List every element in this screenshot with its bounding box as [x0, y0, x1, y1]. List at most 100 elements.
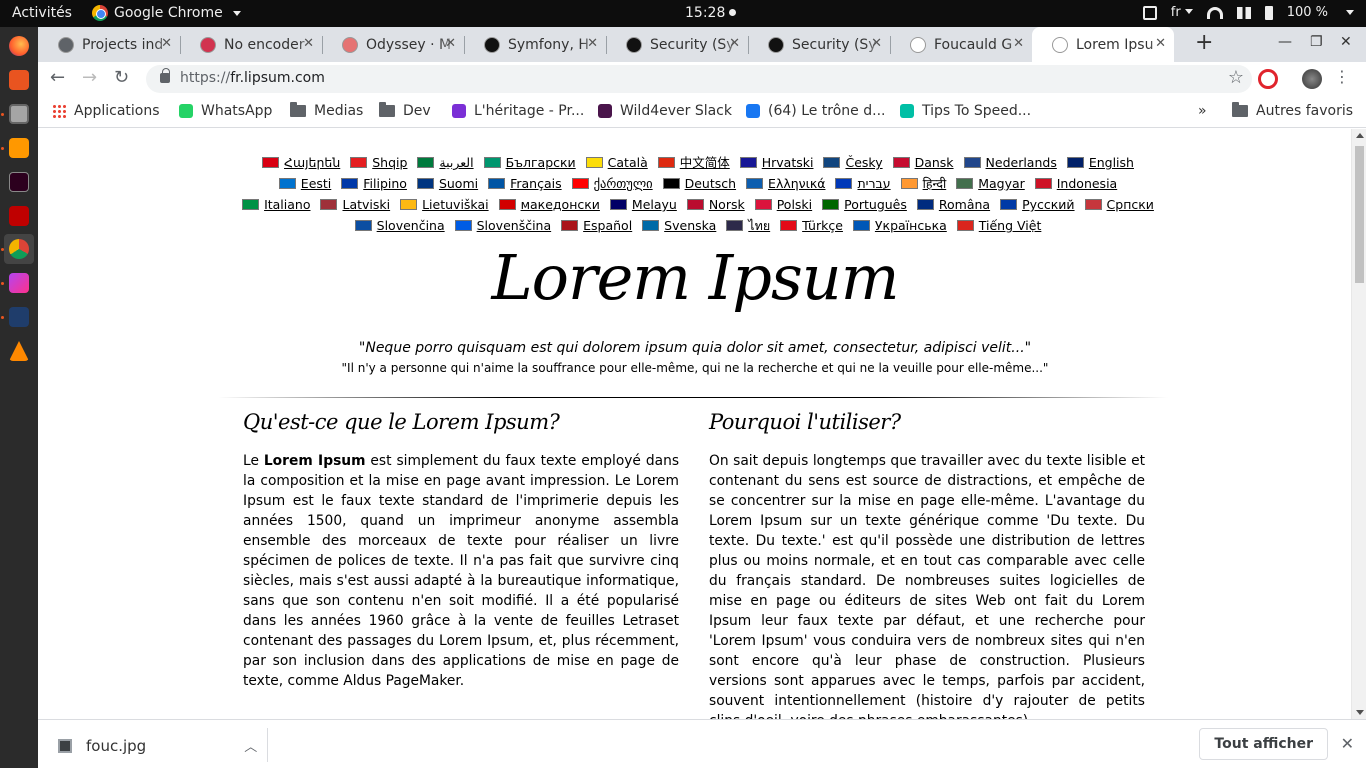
- language-link[interactable]: Tiếng Việt: [956, 218, 1041, 233]
- language-link[interactable]: Հայերեն: [262, 155, 340, 170]
- menu-kebab-icon[interactable]: ⋮: [1334, 67, 1350, 86]
- other-bookmarks[interactable]: Autres favoris: [1232, 102, 1353, 119]
- vlc-icon[interactable]: [9, 341, 29, 361]
- chrome-dock-icon[interactable]: [9, 239, 29, 259]
- language-link[interactable]: Српски: [1084, 197, 1154, 212]
- language-link[interactable]: العربية: [417, 155, 474, 170]
- language-link[interactable]: Português: [822, 197, 907, 212]
- close-download-shelf-icon[interactable]: ✕: [1341, 734, 1354, 753]
- language-link[interactable]: Pусский: [1000, 197, 1075, 212]
- minimize-button[interactable]: —: [1278, 34, 1292, 50]
- language-link[interactable]: Indonesia: [1034, 176, 1117, 191]
- ubuntu-software-icon[interactable]: [9, 70, 29, 90]
- language-link[interactable]: 中文简体: [657, 155, 730, 170]
- language-link[interactable]: Magyar: [956, 176, 1025, 191]
- new-tab-button[interactable]: +: [1195, 30, 1213, 55]
- language-link[interactable]: Nederlands: [963, 155, 1057, 170]
- address-bar[interactable]: https://fr.lipsum.com ☆: [146, 65, 1252, 93]
- language-link[interactable]: Česky: [823, 155, 883, 170]
- bookmark-item[interactable]: Tips To Speed...: [900, 103, 1031, 119]
- app-menu[interactable]: Google Chrome: [92, 5, 241, 21]
- scrollbar-thumb[interactable]: [1355, 146, 1364, 283]
- language-link[interactable]: Shqip: [350, 155, 407, 170]
- bookmark-item[interactable]: L'héritage - Pr...: [452, 103, 584, 119]
- sublime-text-icon[interactable]: [9, 138, 29, 158]
- language-link[interactable]: עברית: [835, 176, 891, 191]
- language-link[interactable]: Hrvatski: [739, 155, 813, 170]
- files-icon[interactable]: [9, 104, 29, 124]
- download-item[interactable]: fouc.jpg ︿: [58, 736, 257, 755]
- language-link[interactable]: Eesti: [278, 176, 331, 191]
- filezilla-icon[interactable]: [9, 206, 29, 226]
- bookmark-item[interactable]: (64) Le trône d...: [746, 103, 885, 119]
- bookmark-item[interactable]: Applications: [52, 103, 160, 119]
- reload-button[interactable]: ↻: [114, 67, 129, 88]
- close-tab-icon[interactable]: ✕: [871, 36, 882, 51]
- language-link[interactable]: македонски: [498, 197, 600, 212]
- language-link[interactable]: Italiano: [242, 197, 311, 212]
- language-link[interactable]: English: [1066, 155, 1134, 170]
- browser-tab[interactable]: Lorem Ipsu ✕: [1032, 27, 1174, 62]
- browser-tab[interactable]: Symfony, H ✕: [464, 27, 607, 62]
- browser-tab[interactable]: Foucauld G ✕: [890, 27, 1032, 62]
- back-button[interactable]: ←: [50, 67, 65, 88]
- close-tab-icon[interactable]: ✕: [445, 36, 456, 51]
- browser-tab[interactable]: Projects ind ✕: [38, 27, 181, 62]
- language-link[interactable]: Melayu: [609, 197, 677, 212]
- browser-tab[interactable]: Odyssey · M ✕: [322, 27, 465, 62]
- close-tab-icon[interactable]: ✕: [161, 36, 172, 51]
- language-link[interactable]: Français: [488, 176, 562, 191]
- close-tab-icon[interactable]: ✕: [587, 36, 598, 51]
- close-tab-icon[interactable]: ✕: [729, 36, 740, 51]
- language-link[interactable]: ไทย: [726, 218, 770, 233]
- url-text[interactable]: https://fr.lipsum.com: [180, 70, 325, 86]
- language-link[interactable]: Deutsch: [662, 176, 736, 191]
- bookmarks-overflow-button[interactable]: »: [1198, 103, 1207, 119]
- language-link[interactable]: Româna: [916, 197, 990, 212]
- profile-avatar[interactable]: [1302, 69, 1322, 89]
- language-link[interactable]: Български: [483, 155, 576, 170]
- language-link[interactable]: Slovenščina: [454, 218, 551, 233]
- vscode-icon[interactable]: [9, 307, 29, 327]
- keyboard-layout[interactable]: fr: [1171, 5, 1193, 20]
- page-scrollbar[interactable]: [1351, 129, 1366, 719]
- bookmark-star-icon[interactable]: ☆: [1228, 67, 1244, 88]
- language-link[interactable]: Ελληνικά: [746, 176, 825, 191]
- language-link[interactable]: ქართული: [571, 176, 653, 191]
- language-link[interactable]: Norsk: [686, 197, 745, 212]
- language-link[interactable]: हिन्दी: [900, 176, 946, 191]
- language-link[interactable]: Lietuviškai: [400, 197, 489, 212]
- chevron-up-icon[interactable]: ︿: [244, 736, 257, 755]
- language-link[interactable]: Català: [585, 155, 648, 170]
- language-link[interactable]: Slovenčina: [354, 218, 445, 233]
- system-tray[interactable]: fr 100 %: [1142, 5, 1354, 20]
- maximize-button[interactable]: ❐: [1310, 34, 1323, 50]
- show-all-downloads-button[interactable]: Tout afficher: [1199, 728, 1328, 760]
- system-menu-caret-icon[interactable]: [1346, 10, 1354, 15]
- browser-tab[interactable]: No encoder ✕: [180, 27, 323, 62]
- scroll-down-icon[interactable]: [1356, 710, 1364, 715]
- language-link[interactable]: Latviski: [320, 197, 390, 212]
- clock[interactable]: 15:28: [685, 5, 737, 21]
- lock-icon[interactable]: [160, 68, 170, 83]
- browser-tab[interactable]: Security (Sy ✕: [748, 27, 891, 62]
- bookmark-item[interactable]: Medias: [290, 102, 363, 119]
- scroll-up-icon[interactable]: [1356, 133, 1364, 138]
- bookmark-item[interactable]: WhatsApp: [179, 103, 272, 119]
- browser-tab[interactable]: Security (Sy ✕: [606, 27, 749, 62]
- language-link[interactable]: Українська: [852, 218, 947, 233]
- language-link[interactable]: Filipino: [341, 176, 407, 191]
- language-link[interactable]: Suomi: [416, 176, 478, 191]
- clipboard-icon[interactable]: [1142, 5, 1157, 20]
- firefox-icon[interactable]: [9, 36, 29, 56]
- close-tab-icon[interactable]: ✕: [303, 36, 314, 51]
- language-link[interactable]: Dansk: [892, 155, 954, 170]
- phpstorm-icon[interactable]: [9, 273, 29, 293]
- extension-opera-icon[interactable]: [1258, 69, 1278, 89]
- forward-button[interactable]: →: [82, 67, 97, 88]
- language-link[interactable]: Svenska: [642, 218, 716, 233]
- close-tab-icon[interactable]: ✕: [1155, 36, 1166, 51]
- language-link[interactable]: Español: [561, 218, 632, 233]
- language-link[interactable]: Türkçe: [780, 218, 843, 233]
- close-tab-icon[interactable]: ✕: [1013, 36, 1024, 51]
